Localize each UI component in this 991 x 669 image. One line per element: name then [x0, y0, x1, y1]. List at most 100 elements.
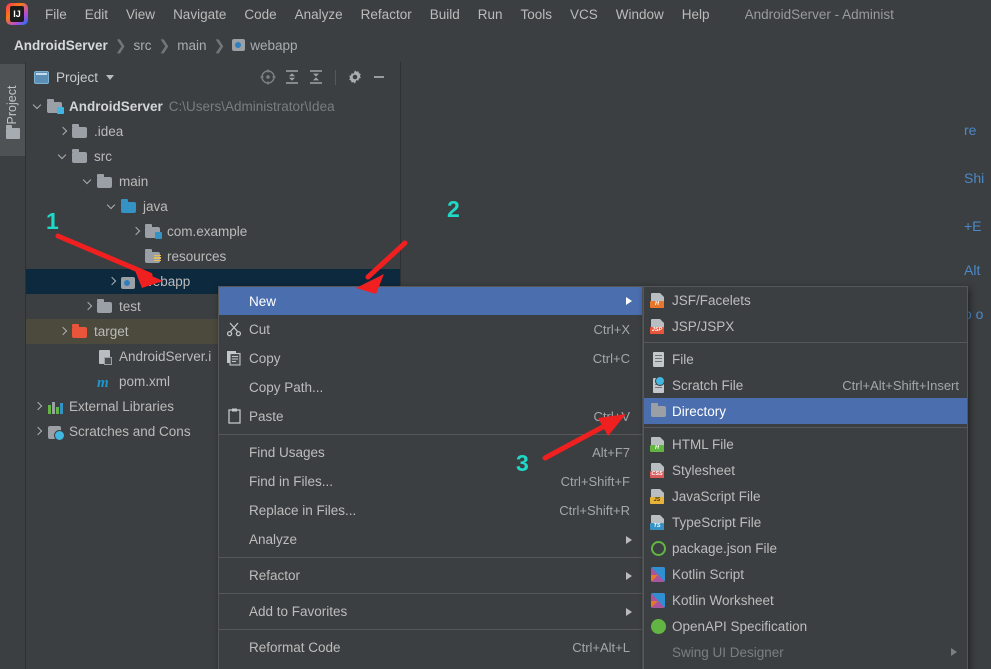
chevron-right-icon[interactable]	[84, 302, 93, 311]
select-opened-file-icon[interactable]	[257, 66, 279, 88]
tree-label: target	[94, 324, 129, 339]
context-menu-item-reformat-code[interactable]: Reformat Code Ctrl+Alt+L	[219, 633, 642, 662]
context-menu-item-copy[interactable]: Copy Ctrl+C	[219, 344, 642, 373]
tree-row-java[interactable]: java	[26, 194, 400, 219]
menu-code[interactable]: Code	[235, 4, 285, 25]
tree-label: pom.xml	[119, 374, 171, 389]
menu-vcs[interactable]: VCS	[561, 4, 607, 25]
copy-icon	[219, 344, 249, 373]
module-folder-icon	[47, 98, 64, 114]
context-menu-item-find-in-files[interactable]: Find in Files... Ctrl+Shift+F	[219, 467, 642, 496]
submenu-item-javascript-file[interactable]: JS JavaScript File	[644, 483, 967, 509]
context-menu-item-analyze[interactable]: Analyze	[219, 525, 642, 554]
breadcrumb-item-webapp[interactable]: webapp	[250, 38, 297, 53]
submenu-item-kotlin-worksheet[interactable]: Kotlin Worksheet	[644, 587, 967, 613]
tree-row-src[interactable]: src	[26, 144, 400, 169]
editor-hint-3: Alt	[964, 262, 981, 278]
submenu-item-kotlin-script[interactable]: Kotlin Script	[644, 561, 967, 587]
chevron-down-icon[interactable]	[106, 74, 115, 80]
hide-minimize-icon[interactable]	[368, 66, 390, 88]
context-menu-item-refactor[interactable]: Refactor	[219, 561, 642, 590]
webapp-module-icon	[232, 39, 246, 51]
submenu-item-openapi-specification[interactable]: OpenAPI Specification	[644, 613, 967, 639]
chevron-right-icon[interactable]	[59, 127, 68, 136]
breadcrumb-item-project[interactable]: AndroidServer	[14, 38, 108, 53]
menu-item-shortcut: Ctrl+V	[593, 409, 630, 424]
editor-hint-1: Shi	[964, 170, 985, 186]
breadcrumb-item-main[interactable]: main	[177, 38, 206, 53]
submenu-item-stylesheet[interactable]: CSS Stylesheet	[644, 457, 967, 483]
chevron-right-icon[interactable]	[34, 402, 43, 411]
intellij-logo-text: IJ	[10, 6, 24, 22]
tree-row-resources[interactable]: resources	[26, 244, 400, 269]
chevron-down-icon[interactable]	[108, 202, 117, 211]
submenu-item-swing-ui-designer[interactable]: Swing UI Designer	[644, 639, 967, 665]
menu-view[interactable]: View	[117, 4, 164, 25]
context-menu-item-find-usages[interactable]: Find Usages Alt+F7	[219, 438, 642, 467]
context-menu-item-replace-in-files[interactable]: Replace in Files... Ctrl+Shift+R	[219, 496, 642, 525]
submenu-item-file[interactable]: File	[644, 346, 967, 372]
context-menu-item-add-to-favorites[interactable]: Add to Favorites	[219, 597, 642, 626]
editor-hint-0: re	[964, 122, 977, 138]
folder-icon	[72, 123, 88, 139]
collapse-all-icon[interactable]	[305, 66, 327, 88]
menu-analyze[interactable]: Analyze	[286, 4, 352, 25]
context-menu-item-copy-path[interactable]: Copy Path...	[219, 373, 642, 402]
submenu-item-jsp-jspx[interactable]: JSP JSP/JSPX	[644, 313, 967, 339]
menu-tools[interactable]: Tools	[512, 4, 562, 25]
annotation-number-2: 2	[447, 196, 460, 222]
submenu-item-html-file[interactable]: H HTML File	[644, 431, 967, 457]
menu-item-label: OpenAPI Specification	[672, 618, 808, 634]
breadcrumb-item-src[interactable]: src	[134, 38, 152, 53]
chevron-right-icon[interactable]	[132, 227, 141, 236]
menu-item-label: File	[672, 351, 694, 367]
toolbar-divider	[335, 69, 336, 85]
menu-item-shortcut: Ctrl+Alt+Shift+Insert	[842, 377, 959, 393]
menu-file[interactable]: File	[36, 4, 76, 25]
expand-all-icon[interactable]	[281, 66, 303, 88]
stripe-tab-project[interactable]: Project	[0, 64, 25, 156]
submenu-item-scratch-file[interactable]: Scratch File Ctrl+Alt+Shift+Insert	[644, 372, 967, 398]
tree-row-androidserver[interactable]: AndroidServer C:\Users\Administrator\Ide…	[26, 94, 400, 119]
chevron-down-icon[interactable]	[84, 177, 93, 186]
submenu-item-package-json-file[interactable]: package.json File	[644, 535, 967, 561]
tree-row-main[interactable]: main	[26, 169, 400, 194]
menu-run[interactable]: Run	[469, 4, 512, 25]
menu-edit[interactable]: Edit	[76, 4, 117, 25]
submenu-item-directory[interactable]: Directory	[644, 398, 967, 424]
submenu-arrow-icon	[951, 648, 957, 656]
tree-label: webapp	[143, 274, 191, 289]
menu-separator	[219, 593, 642, 594]
chevron-down-icon[interactable]	[34, 102, 43, 111]
menu-window[interactable]: Window	[607, 4, 673, 25]
menu-bar: IJ File Edit View Navigate Code Analyze …	[0, 0, 991, 28]
tree-row-idea[interactable]: .idea	[26, 119, 400, 144]
menu-help[interactable]: Help	[673, 4, 719, 25]
submenu-arrow-icon	[626, 607, 632, 616]
jsf-file-icon: H	[644, 287, 672, 313]
submenu-item-typescript-file[interactable]: TS TypeScript File	[644, 509, 967, 535]
submenu-item-jsf-facelets[interactable]: H JSF/Facelets	[644, 287, 967, 313]
chevron-right-icon[interactable]	[108, 277, 117, 286]
context-menu-item-paste[interactable]: Paste Ctrl+V	[219, 402, 642, 431]
submenu-item-editorconfig-file[interactable]: EditorConfig File	[644, 665, 967, 669]
context-menu-item-optimize-imports[interactable]: Optimize Imports Ctrl+Alt+O	[219, 662, 642, 669]
chevron-right-icon[interactable]	[34, 427, 43, 436]
folder-icon	[72, 148, 88, 164]
menu-item-label: Add to Favorites	[249, 604, 348, 619]
editorconfig-icon	[644, 665, 672, 669]
settings-gear-icon[interactable]	[344, 66, 366, 88]
tree-label: java	[143, 199, 168, 214]
window-title: AndroidServer - Administ	[744, 6, 894, 22]
menu-navigate[interactable]: Navigate	[164, 4, 235, 25]
menu-build[interactable]: Build	[421, 4, 469, 25]
chevron-down-icon[interactable]	[59, 152, 68, 161]
context-menu-item-cut[interactable]: Cut Ctrl+X	[219, 315, 642, 344]
menu-refactor[interactable]: Refactor	[352, 4, 421, 25]
context-menu-item-new[interactable]: New	[219, 287, 642, 315]
menu-item-label: Swing UI Designer	[672, 644, 784, 660]
tree-row-com-example[interactable]: com.example	[26, 219, 400, 244]
chevron-right-icon[interactable]	[59, 327, 68, 336]
package-icon	[145, 223, 162, 239]
